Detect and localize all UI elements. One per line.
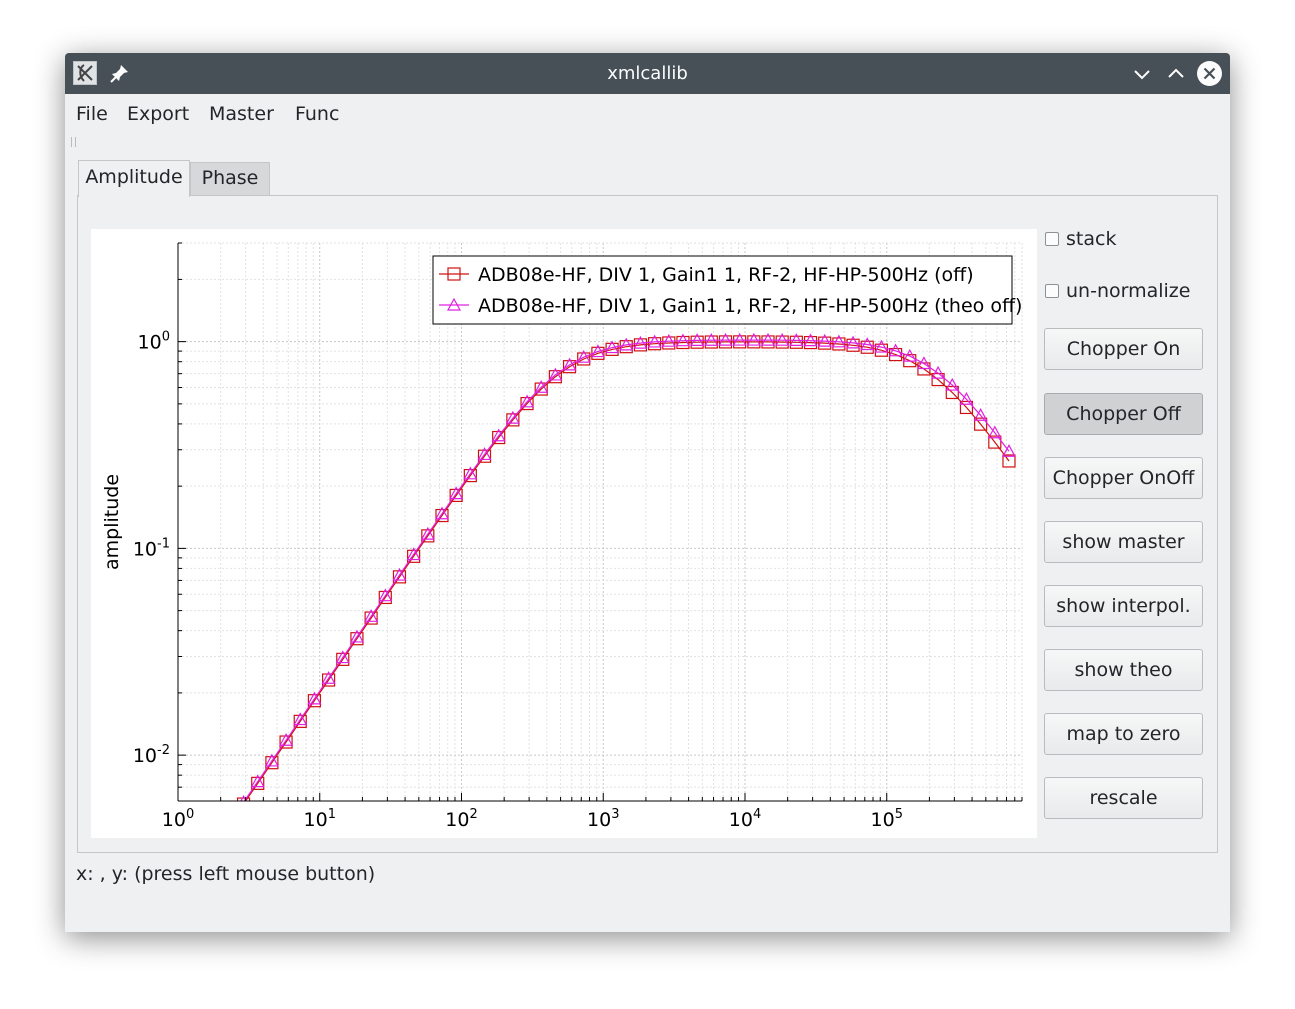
x-tick-label: 103 bbox=[587, 807, 619, 831]
status-text: x: , y: (press left mouse button) bbox=[76, 863, 376, 885]
tab-phase[interactable]: Phase bbox=[190, 162, 270, 195]
legend-entry-1: ADB08e-HF, DIV 1, Gain1 1, RF-2, HF-HP-5… bbox=[478, 264, 974, 286]
title-bar[interactable]: xmlcallib bbox=[65, 53, 1230, 94]
stack-label: stack bbox=[1066, 228, 1117, 250]
tab-amplitude[interactable]: Amplitude bbox=[78, 160, 190, 197]
series-layer bbox=[236, 332, 1016, 801]
checkbox-box[interactable] bbox=[1045, 232, 1059, 246]
x-tick-label: 102 bbox=[445, 807, 477, 831]
un-normalize-checkbox[interactable]: un-normalize bbox=[1045, 280, 1190, 302]
y-axis-label: amplitude bbox=[101, 474, 123, 570]
series-2 bbox=[240, 332, 1016, 801]
data-point bbox=[236, 797, 251, 801]
chopper-onoff-button[interactable]: Chopper OnOff bbox=[1044, 457, 1203, 499]
window-title: xmlcallib bbox=[607, 63, 688, 84]
x-tick-label: 104 bbox=[729, 807, 761, 831]
series-line bbox=[243, 339, 1010, 801]
axes: 100 101 102 103 104 105 100 10-1 10-2 amplitude bbox=[101, 242, 1023, 831]
close-icon[interactable] bbox=[1197, 61, 1222, 86]
chart-svg[interactable]: 100 101 102 103 104 105 100 10-1 10-2 amplitude A… bbox=[91, 229, 1037, 838]
map-to-zero-button[interactable]: map to zero bbox=[1044, 713, 1203, 755]
chopper-on-button[interactable]: Chopper On bbox=[1044, 328, 1203, 370]
legend: ADB08e-HF, DIV 1, Gain1 1, RF-2, HF-HP-5… bbox=[432, 255, 1022, 325]
chopper-off-button[interactable]: Chopper Off bbox=[1044, 393, 1203, 435]
show-interpol-button[interactable]: show interpol. bbox=[1044, 585, 1203, 627]
menu-bar: File Export Master Func bbox=[65, 94, 1230, 134]
maximize-icon[interactable] bbox=[1164, 62, 1188, 86]
app-window: xmlcallib File Export Master Func Amplit… bbox=[65, 53, 1230, 932]
amplitude-plot[interactable]: 100 101 102 103 104 105 100 10-1 10-2 amplitude A… bbox=[91, 229, 1037, 838]
legend-entry-2: ADB08e-HF, DIV 1, Gain1 1, RF-2, HF-HP-5… bbox=[478, 295, 1022, 317]
un-normalize-label: un-normalize bbox=[1066, 280, 1191, 302]
x-tick-label: 105 bbox=[871, 807, 903, 831]
x-tick-label: 100 bbox=[162, 807, 194, 831]
series-1 bbox=[236, 335, 1016, 801]
toolbar-grip[interactable] bbox=[71, 137, 76, 147]
stack-checkbox[interactable]: stack bbox=[1045, 228, 1116, 250]
menu-func[interactable]: Func bbox=[295, 103, 339, 125]
x-tick-label: 101 bbox=[304, 807, 336, 831]
menu-file[interactable]: File bbox=[76, 103, 108, 125]
show-master-button[interactable]: show master bbox=[1044, 521, 1203, 563]
checkbox-box[interactable] bbox=[1045, 284, 1059, 298]
rescale-button[interactable]: rescale bbox=[1044, 777, 1203, 819]
menu-export[interactable]: Export bbox=[127, 103, 189, 125]
minimize-icon[interactable] bbox=[1130, 62, 1154, 86]
y-tick-label: 10-2 bbox=[133, 743, 170, 767]
y-tick-label: 10-1 bbox=[133, 536, 170, 560]
show-theo-button[interactable]: show theo bbox=[1044, 649, 1203, 691]
series-line bbox=[244, 341, 1010, 801]
y-tick-label: 100 bbox=[138, 330, 170, 354]
grid bbox=[177, 242, 1023, 802]
menu-master[interactable]: Master bbox=[209, 103, 274, 125]
